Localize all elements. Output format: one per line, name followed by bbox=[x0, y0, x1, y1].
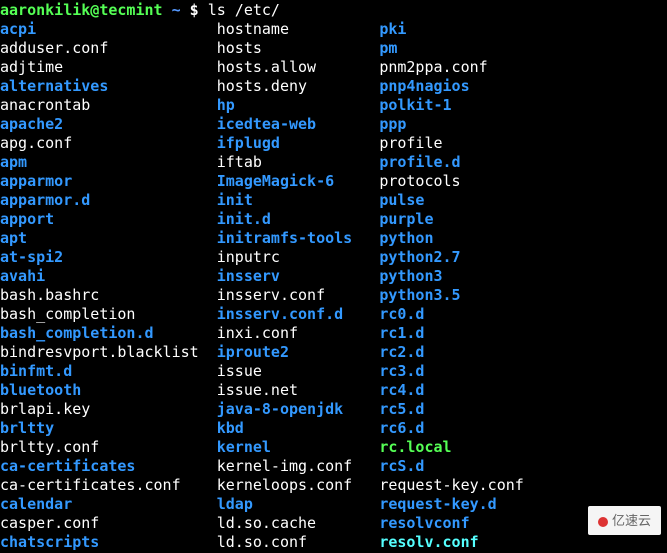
ls-entry: bash_completion bbox=[0, 305, 135, 323]
ls-entry: binfmt.d bbox=[0, 362, 72, 380]
ls-entry: kerneloops.conf bbox=[217, 476, 352, 494]
ls-output: acpi hostname pki adduser.conf hosts pm … bbox=[0, 20, 667, 552]
ls-entry: rc5.d bbox=[379, 400, 424, 418]
ls-entry: iftab bbox=[217, 153, 262, 171]
ls-entry: anacrontab bbox=[0, 96, 90, 114]
ls-entry: python3.5 bbox=[379, 286, 460, 304]
ls-entry: rc0.d bbox=[379, 305, 424, 323]
prompt-cwd: ~ bbox=[172, 1, 181, 19]
ls-entry: hosts bbox=[217, 39, 262, 57]
ls-entry: chatscripts bbox=[0, 533, 99, 551]
ls-entry: apm bbox=[0, 153, 27, 171]
ls-entry: bash_completion.d bbox=[0, 324, 154, 342]
ls-entry: pnm2ppa.conf bbox=[379, 58, 487, 76]
ls-entry: init.d bbox=[217, 210, 271, 228]
ls-entry: hp bbox=[217, 96, 235, 114]
watermark-text: 亿速云 bbox=[612, 513, 651, 528]
ls-entry: profile.d bbox=[379, 153, 460, 171]
prompt-line: aaronkilik@tecmint ~ $ ls /etc/ bbox=[0, 1, 667, 20]
ls-entry: ldap bbox=[217, 495, 253, 513]
ls-entry: pki bbox=[379, 20, 406, 38]
ls-entry: python2.7 bbox=[379, 248, 460, 266]
ls-entry: pnp4nagios bbox=[379, 77, 469, 95]
ls-entry: ImageMagick-6 bbox=[217, 172, 334, 190]
ls-entry: bindresvport.blacklist bbox=[0, 343, 199, 361]
ls-entry: ld.so.conf bbox=[217, 533, 307, 551]
ls-entry: request-key.d bbox=[379, 495, 496, 513]
ls-entry: resolv.conf bbox=[379, 533, 478, 551]
ls-entry: kernel bbox=[217, 438, 271, 456]
prompt-user-host: aaronkilik@tecmint bbox=[0, 1, 163, 19]
ls-entry: casper.conf bbox=[0, 514, 99, 532]
ls-entry: resolvconf bbox=[379, 514, 469, 532]
ls-entry: ifplugd bbox=[217, 134, 280, 152]
ls-entry: issue.net bbox=[217, 381, 298, 399]
ls-entry: rc.local bbox=[379, 438, 451, 456]
command-text: ls /etc/ bbox=[208, 1, 280, 19]
ls-entry: init bbox=[217, 191, 253, 209]
ls-entry: purple bbox=[379, 210, 433, 228]
ls-entry: iproute2 bbox=[217, 343, 289, 361]
ls-entry: bash.bashrc bbox=[0, 286, 99, 304]
ls-entry: alternatives bbox=[0, 77, 108, 95]
ls-entry: rc3.d bbox=[379, 362, 424, 380]
ls-entry: python bbox=[379, 229, 433, 247]
ls-entry: apache2 bbox=[0, 115, 63, 133]
ls-entry: rc6.d bbox=[379, 419, 424, 437]
ls-entry: ca-certificates.conf bbox=[0, 476, 181, 494]
ls-entry: apparmor.d bbox=[0, 191, 90, 209]
ls-entry: apg.conf bbox=[0, 134, 72, 152]
ls-entry: apparmor bbox=[0, 172, 72, 190]
ls-entry: icedtea-web bbox=[217, 115, 316, 133]
ls-entry: apt bbox=[0, 229, 27, 247]
ls-entry: rc2.d bbox=[379, 343, 424, 361]
ls-entry: kernel-img.conf bbox=[217, 457, 352, 475]
ls-entry: avahi bbox=[0, 267, 45, 285]
ls-entry: protocols bbox=[379, 172, 460, 190]
ls-entry: apport bbox=[0, 210, 54, 228]
ls-entry: calendar bbox=[0, 495, 72, 513]
ls-entry: rc4.d bbox=[379, 381, 424, 399]
ls-entry: brlapi.key bbox=[0, 400, 90, 418]
ls-entry: hostname bbox=[217, 20, 289, 38]
ls-entry: bluetooth bbox=[0, 381, 81, 399]
ls-entry: at-spi2 bbox=[0, 248, 63, 266]
ls-entry: initramfs-tools bbox=[217, 229, 352, 247]
ls-entry: brltty.conf bbox=[0, 438, 99, 456]
prompt-symbol: $ bbox=[190, 1, 199, 19]
ls-entry: rcS.d bbox=[379, 457, 424, 475]
ls-entry: adjtime bbox=[0, 58, 63, 76]
ls-entry: hosts.allow bbox=[217, 58, 316, 76]
ls-entry: ppp bbox=[379, 115, 406, 133]
ls-entry: python3 bbox=[379, 267, 442, 285]
ls-entry: ca-certificates bbox=[0, 457, 135, 475]
ls-entry: insserv.conf bbox=[217, 286, 325, 304]
ls-entry: profile bbox=[379, 134, 442, 152]
ls-entry: inputrc bbox=[217, 248, 280, 266]
ls-entry: inxi.conf bbox=[217, 324, 298, 342]
ls-entry: acpi bbox=[0, 20, 36, 38]
ls-entry: ld.so.cache bbox=[217, 514, 316, 532]
ls-entry: brltty bbox=[0, 419, 54, 437]
ls-entry: java-8-openjdk bbox=[217, 400, 343, 418]
ls-entry: request-key.conf bbox=[379, 476, 524, 494]
watermark-badge: 亿速云 bbox=[588, 506, 661, 535]
ls-entry: insserv bbox=[217, 267, 280, 285]
ls-entry: insserv.conf.d bbox=[217, 305, 343, 323]
ls-entry: pulse bbox=[379, 191, 424, 209]
ls-entry: rc1.d bbox=[379, 324, 424, 342]
ls-entry: pm bbox=[379, 39, 397, 57]
ls-entry: kbd bbox=[217, 419, 244, 437]
ls-entry: adduser.conf bbox=[0, 39, 108, 57]
ls-entry: issue bbox=[217, 362, 262, 380]
ls-entry: hosts.deny bbox=[217, 77, 307, 95]
ls-entry: polkit-1 bbox=[379, 96, 451, 114]
